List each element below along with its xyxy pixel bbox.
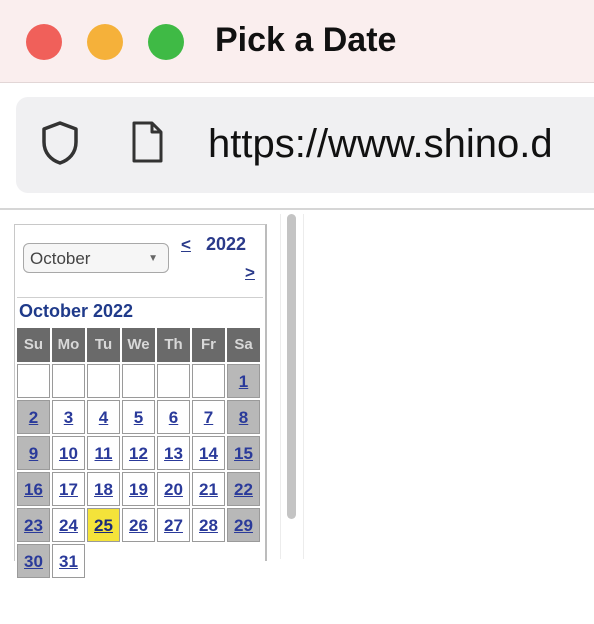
calendar-day[interactable]: 2: [17, 400, 50, 434]
close-window-button[interactable]: [26, 24, 62, 60]
calendar-grid: Su Mo Tu We Th Fr Sa 1 2 3 4 5 6 7 8 9 10 11 12 13 14…: [17, 328, 263, 580]
calendar-day[interactable]: 14: [192, 436, 225, 470]
calendar-day[interactable]: 22: [227, 472, 260, 506]
calendar-blank: [192, 544, 225, 578]
weekday-label: Th: [157, 328, 190, 362]
calendar-day[interactable]: 19: [122, 472, 155, 506]
calendar-day[interactable]: 7: [192, 400, 225, 434]
shield-icon[interactable]: [40, 120, 80, 166]
calendar-blank: [87, 544, 120, 578]
chevron-down-icon: ▼: [148, 253, 158, 264]
calendar-week-row: 16 17 18 19 20 21 22: [17, 472, 263, 508]
browser-toolbar: https://www.shino.d: [0, 83, 594, 208]
month-select[interactable]: October ▼: [23, 243, 169, 273]
calendar-day[interactable]: 29: [227, 508, 260, 542]
weekday-label: Sa: [227, 328, 260, 362]
calendar-day[interactable]: 3: [52, 400, 85, 434]
calendar-week-row: 2345678: [17, 400, 263, 436]
calendar-weeks: 1 2 3 4 5 6 7 8 9 10 11 12 13 14 15 16 17 18 19 20 21 22 23 24 2…: [17, 364, 263, 580]
calendar-week-row: 30 31: [17, 544, 263, 580]
calendar-week-row: 1: [17, 364, 263, 400]
weekday-label: Tu: [87, 328, 120, 362]
calendar-day[interactable]: 8: [227, 400, 260, 434]
calendar-day[interactable]: 17: [52, 472, 85, 506]
calendar-empty-cell: [192, 364, 225, 398]
window-titlebar: Pick a Date: [0, 0, 594, 83]
calendar-day[interactable]: 16: [17, 472, 50, 506]
calendar-day[interactable]: 18: [87, 472, 120, 506]
calendar-empty-cell: [157, 364, 190, 398]
calendar-day[interactable]: 1: [227, 364, 260, 398]
calendar-day[interactable]: 9: [17, 436, 50, 470]
weekday-label: Mo: [52, 328, 85, 362]
window-title: Pick a Date: [215, 21, 397, 59]
minimize-window-button[interactable]: [87, 24, 123, 60]
calendar-blank: [122, 544, 155, 578]
calendar-day[interactable]: 13: [157, 436, 190, 470]
calendar-day[interactable]: 30: [17, 544, 50, 578]
calendar-day[interactable]: 20: [157, 472, 190, 506]
calendar-empty-cell: [87, 364, 120, 398]
calendar-day[interactable]: 10: [52, 436, 85, 470]
frame-scrollbar[interactable]: [280, 214, 304, 559]
calendar-frame: October ▼ < 2022 > October 2022 Su Mo Tu…: [14, 224, 267, 578]
calendar-day[interactable]: 24: [52, 508, 85, 542]
calendar-week-row: 9 10 11 12 13 14 15: [17, 436, 263, 472]
calendar-day[interactable]: 31: [52, 544, 85, 578]
prev-year-link[interactable]: <: [181, 235, 191, 255]
weekday-label: We: [122, 328, 155, 362]
calendar-week-row: 23 24 25 26 27 28 29: [17, 508, 263, 544]
year-label: 2022: [206, 234, 247, 254]
url-text[interactable]: https://www.shino.d: [208, 120, 553, 168]
next-year-link[interactable]: >: [245, 263, 255, 283]
calendar-empty-cell: [122, 364, 155, 398]
month-select-value: October: [30, 249, 91, 268]
toolbar-divider: [0, 208, 594, 210]
zoom-window-button[interactable]: [148, 24, 184, 60]
calendar-day[interactable]: 12: [122, 436, 155, 470]
month-heading: October 2022: [17, 297, 263, 324]
calendar-day[interactable]: 27: [157, 508, 190, 542]
calendar-day[interactable]: 11: [87, 436, 120, 470]
calendar-day[interactable]: 23: [17, 508, 50, 542]
weekday-label: Fr: [192, 328, 225, 362]
page-icon: [132, 121, 163, 163]
calendar-day[interactable]: 26: [122, 508, 155, 542]
calendar-day-today[interactable]: 25: [87, 508, 120, 542]
weekday-label: Su: [17, 328, 50, 362]
calendar-blank: [157, 544, 190, 578]
calendar-blank: [227, 544, 260, 578]
calendar-day[interactable]: 6: [157, 400, 190, 434]
calendar-empty-cell: [52, 364, 85, 398]
scrollbar-thumb[interactable]: [287, 214, 296, 519]
calendar-day[interactable]: 28: [192, 508, 225, 542]
calendar-day[interactable]: 4: [87, 400, 120, 434]
calendar-day[interactable]: 5: [122, 400, 155, 434]
calendar-day[interactable]: 21: [192, 472, 225, 506]
calendar-day[interactable]: 15: [227, 436, 260, 470]
calendar-empty-cell: [17, 364, 50, 398]
weekday-header-row: Su Mo Tu We Th Fr Sa: [17, 328, 263, 364]
